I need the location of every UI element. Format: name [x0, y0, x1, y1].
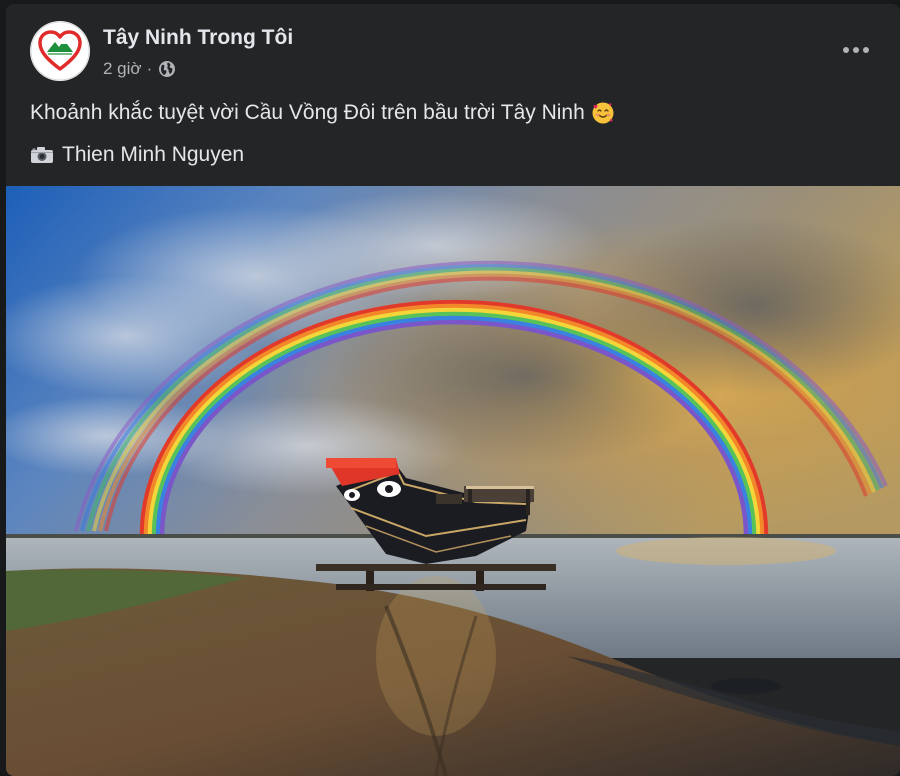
globe-icon[interactable] [158, 60, 176, 78]
feed-post: Tây Ninh Trong Tôi 2 giờ · Khoảnh khắc t… [6, 4, 900, 776]
photo-credit-line: Thien Minh Nguyen [30, 140, 880, 170]
smiling-face-with-hearts-icon [591, 101, 615, 125]
camera-icon [30, 145, 54, 165]
post-timestamp[interactable]: 2 giờ [103, 59, 142, 79]
photo-credit-text: Thien Minh Nguyen [62, 143, 245, 166]
post-meta: 2 giờ · [103, 58, 176, 80]
page-avatar[interactable] [30, 21, 90, 81]
rainbow-boat-photo [6, 186, 900, 776]
caption-line: Khoảnh khắc tuyệt vời Cầu Vồng Đôi trên … [30, 98, 880, 128]
post-caption: Khoảnh khắc tuyệt vời Cầu Vồng Đôi trên … [30, 98, 880, 182]
caption-text: Khoảnh khắc tuyệt vời Cầu Vồng Đôi trên … [30, 101, 585, 124]
post-photo[interactable] [6, 186, 900, 776]
meta-separator: · [146, 59, 153, 78]
post-header: Tây Ninh Trong Tôi 2 giờ · [6, 4, 900, 84]
heart-logo-icon [30, 21, 90, 81]
more-options-icon[interactable] [836, 32, 876, 68]
page-name-link[interactable]: Tây Ninh Trong Tôi [103, 26, 293, 50]
